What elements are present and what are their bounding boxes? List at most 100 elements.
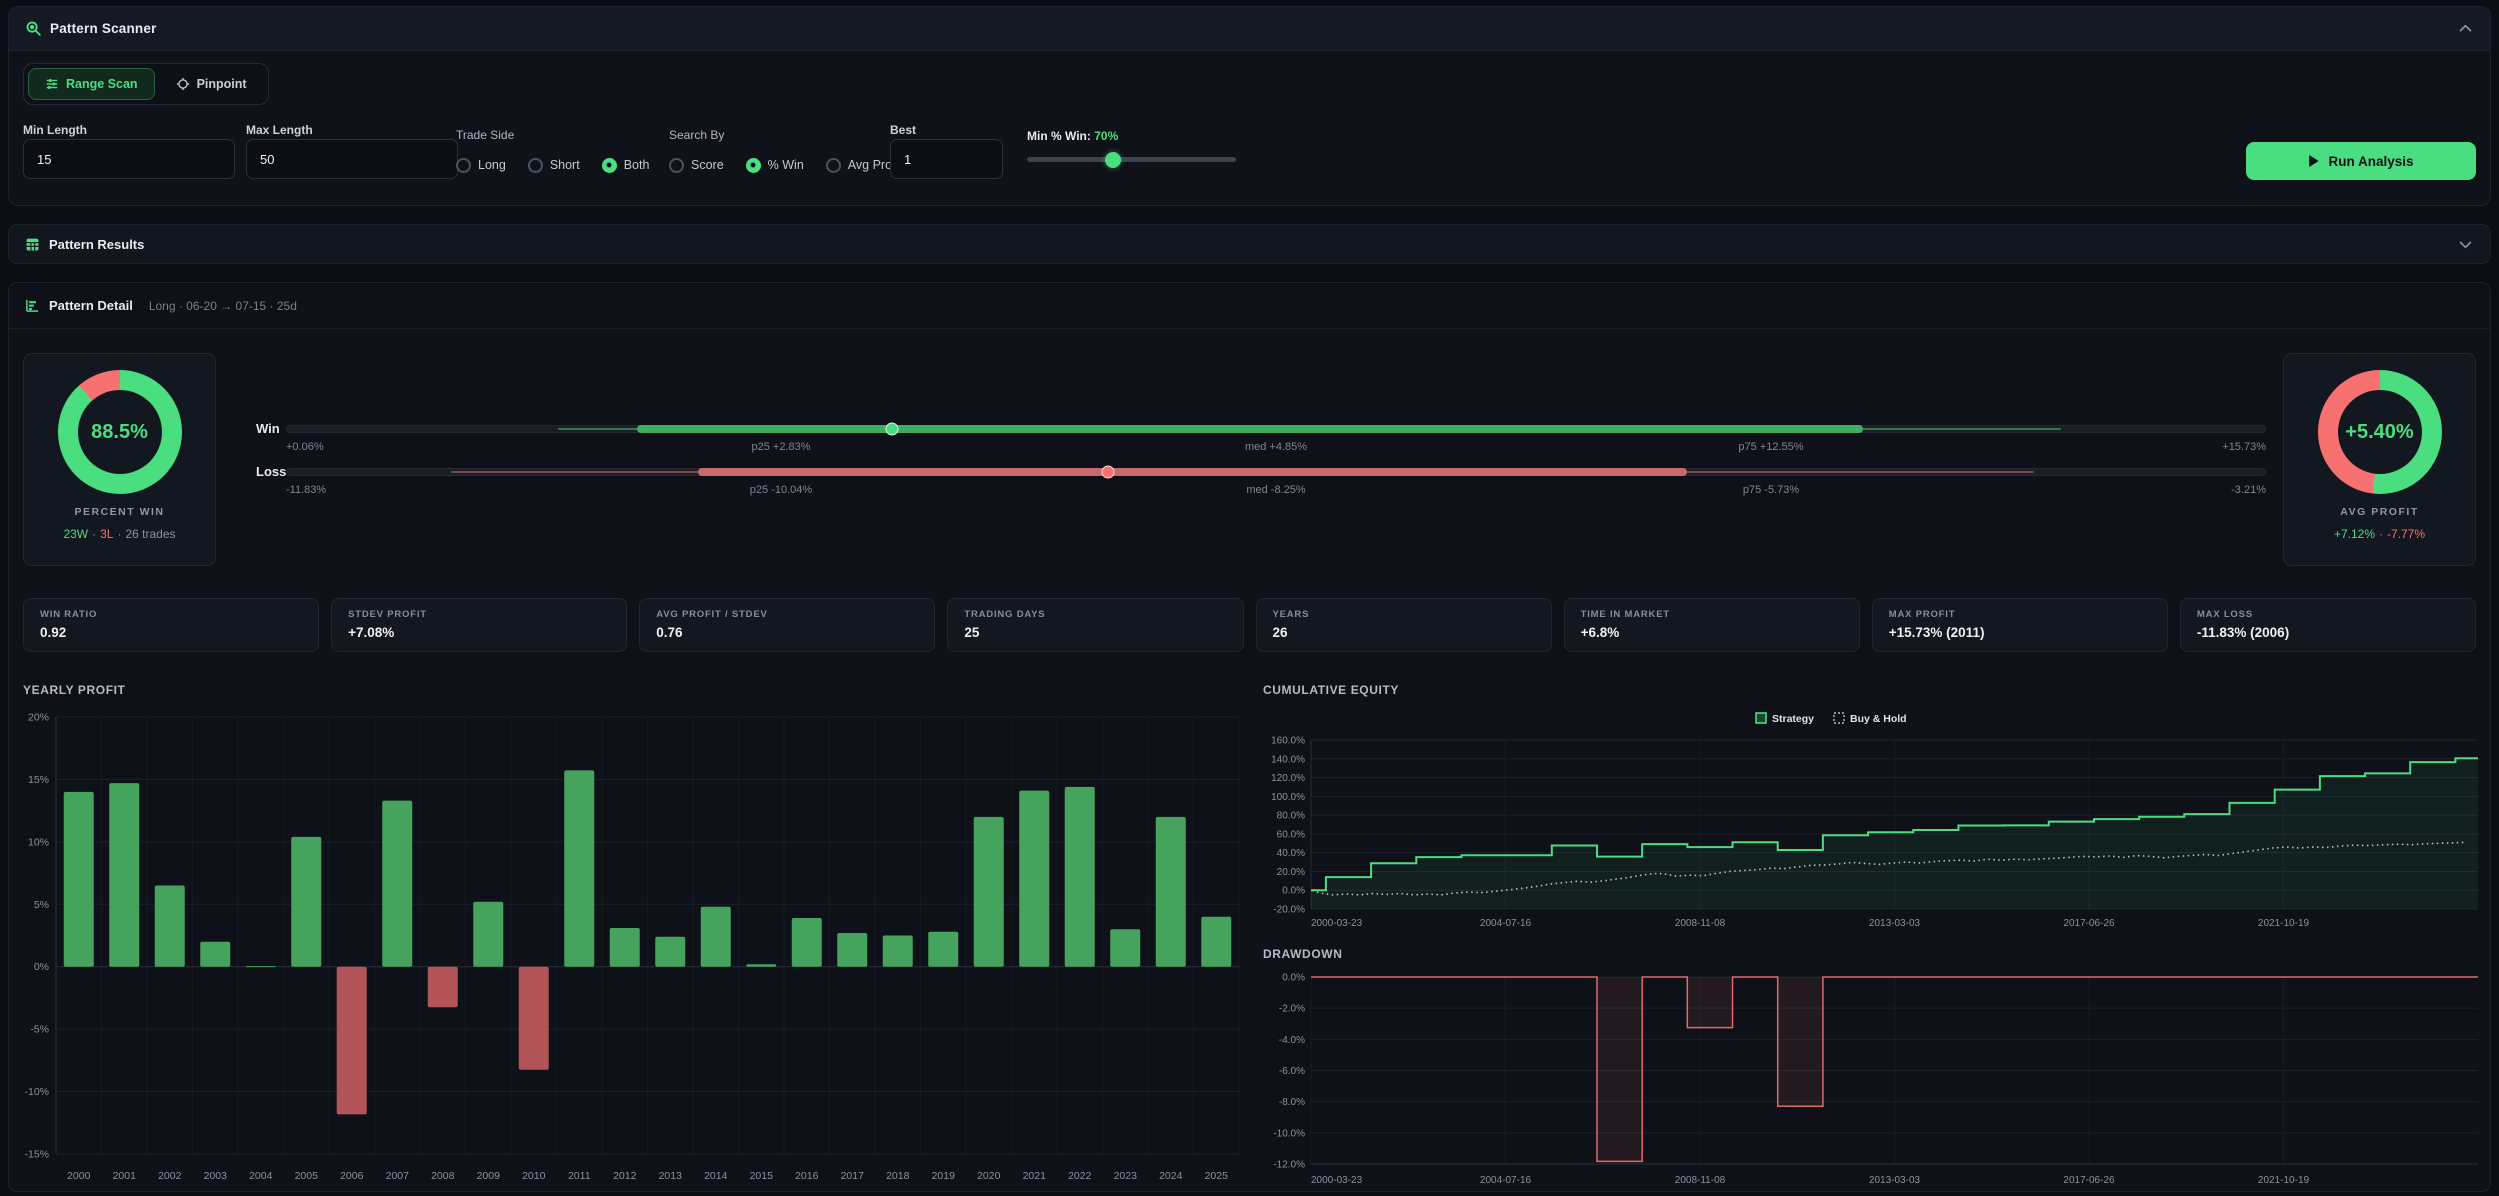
svg-text:20%: 20% (28, 712, 49, 724)
stat-label: AVG PROFIT / STDEV (656, 609, 918, 620)
play-icon (2308, 155, 2319, 167)
svg-text:-12.0%: -12.0% (1273, 1160, 1305, 1171)
stat-value: 0.76 (656, 625, 918, 640)
expand-results-button[interactable] (2457, 236, 2474, 253)
profit-summary: +7.12%·-7.77% (2284, 527, 2475, 541)
search-by-label: Search By (669, 128, 724, 142)
avg-profit-label: AVG PROFIT (2284, 506, 2475, 518)
percent-win-card: 88.5% PERCENT WIN 23W·3L·26 trades (23, 353, 216, 566)
avg-profit-value: +5.40% (2345, 421, 2413, 444)
svg-text:2019: 2019 (932, 1170, 956, 1182)
stat-card-max-profit: MAX PROFIT+15.73% (2011) (1872, 598, 2168, 652)
stat-card-stdev-profit: STDEV PROFIT+7.08% (331, 598, 627, 652)
radio-label: Short (550, 158, 580, 172)
pattern-detail-header: Pattern Detail Long · 06-20 → 07-15 · 25… (9, 283, 2490, 329)
radio-icon (669, 158, 684, 173)
table-icon (25, 237, 40, 252)
svg-text:-2.0%: -2.0% (1279, 1004, 1305, 1015)
tab-label: Pinpoint (197, 77, 247, 91)
svg-text:100.0%: 100.0% (1271, 792, 1305, 803)
svg-text:2000-03-23: 2000-03-23 (1311, 1175, 1363, 1186)
bar-2018 (883, 936, 913, 967)
svg-text:2021-10-19: 2021-10-19 (2258, 1175, 2310, 1186)
radio-label: Score (691, 158, 724, 172)
strategy-swatch (1756, 713, 1766, 723)
svg-text:2020: 2020 (977, 1170, 1001, 1182)
svg-text:0.0%: 0.0% (1282, 886, 1305, 897)
svg-text:-20.0%: -20.0% (1273, 905, 1305, 916)
svg-text:2009: 2009 (477, 1170, 501, 1182)
svg-text:2004-07-16: 2004-07-16 (1480, 1175, 1532, 1186)
svg-text:2017: 2017 (841, 1170, 865, 1182)
best-label: Best (890, 123, 916, 137)
min-win-label: Min % Win: 70% (1027, 129, 1118, 143)
min-length-input[interactable]: 15 (23, 139, 235, 179)
bar-2001 (109, 783, 139, 967)
svg-text:0.0%: 0.0% (1282, 973, 1305, 984)
stat-label: TRADING DAYS (964, 609, 1226, 620)
radio-option-score[interactable]: Score (669, 158, 724, 173)
svg-text:0%: 0% (34, 961, 49, 973)
range-iqr-bar (698, 468, 1687, 476)
search-by-radio-group: Score% WinAvg Profit (669, 155, 902, 175)
range-value-label: p75 +12.55% (1738, 441, 1803, 453)
svg-text:-10%: -10% (24, 1086, 49, 1098)
drawdown-chart: 0.0%-2.0%-4.0%-6.0%-8.0%-10.0%-12.0%2000… (1256, 936, 2499, 1193)
radio-label: Long (478, 158, 506, 172)
svg-text:2014: 2014 (704, 1170, 728, 1182)
svg-text:2024: 2024 (1159, 1170, 1183, 1182)
svg-text:2011: 2011 (568, 1170, 591, 1182)
scanner-panel: Pattern Scanner Range Scan Pinpoi (8, 6, 2491, 206)
range-median-dot (886, 423, 899, 436)
svg-text:2008: 2008 (431, 1170, 455, 1182)
pattern-results-section[interactable]: Pattern Results (8, 224, 2491, 264)
svg-text:-4.0%: -4.0% (1279, 1035, 1305, 1046)
radio-option-short[interactable]: Short (528, 158, 580, 173)
collapse-panel-button[interactable] (2457, 20, 2474, 37)
radio-option--win[interactable]: % Win (746, 158, 804, 173)
svg-text:2000-03-23: 2000-03-23 (1311, 918, 1363, 929)
svg-text:2013-03-03: 2013-03-03 (1869, 1175, 1921, 1186)
best-input[interactable]: 1 (890, 139, 1003, 179)
svg-text:40.0%: 40.0% (1277, 848, 1305, 859)
bar-2017 (837, 933, 867, 967)
bar-2019 (928, 932, 958, 967)
range-value-label: +15.73% (2222, 441, 2266, 453)
detail-pattern-summary: Long · 06-20 → 07-15 · 25d (149, 299, 297, 313)
range-value-label: -11.83% (286, 484, 326, 496)
radio-option-both[interactable]: Both (602, 158, 650, 173)
svg-text:160.0%: 160.0% (1271, 736, 1305, 747)
tab-pinpoint[interactable]: Pinpoint (159, 68, 264, 100)
stat-value: +6.8% (1581, 625, 1843, 640)
svg-text:2016: 2016 (795, 1170, 819, 1182)
range-value-label: p75 -5.73% (1743, 484, 1799, 496)
stat-label: YEARS (1273, 609, 1535, 620)
radio-option-long[interactable]: Long (456, 158, 506, 173)
percent-win-donut: 88.5% (58, 370, 182, 494)
stat-value: 25 (964, 625, 1226, 640)
bar-2021 (1019, 791, 1049, 967)
min-win-slider[interactable] (1027, 157, 1236, 162)
svg-text:2017-06-26: 2017-06-26 (2063, 1175, 2115, 1186)
radio-icon (456, 158, 471, 173)
stat-card-win-ratio: WIN RATIO0.92 (23, 598, 319, 652)
range-value-label: +0.06% (286, 441, 324, 453)
avg-profit-donut: +5.40% (2318, 370, 2442, 494)
tab-range-scan[interactable]: Range Scan (28, 68, 155, 100)
stat-label: MAX LOSS (2197, 609, 2459, 620)
stat-value: +7.08% (348, 625, 610, 640)
bar-2013 (655, 937, 685, 967)
bar-2024 (1156, 817, 1186, 967)
stat-card-time-in-market: TIME IN MARKET+6.8% (1564, 598, 1860, 652)
max-length-input[interactable]: 50 (246, 139, 458, 179)
stat-value: 0.92 (40, 625, 302, 640)
svg-text:2017-06-26: 2017-06-26 (2063, 918, 2115, 929)
svg-text:2005: 2005 (295, 1170, 319, 1182)
run-analysis-button[interactable]: Run Analysis (2246, 142, 2476, 180)
bar-2014 (701, 907, 731, 967)
radio-icon (826, 158, 841, 173)
slider-thumb[interactable] (1105, 152, 1121, 168)
range-value-label: p25 -10.04% (750, 484, 812, 496)
bar-2006 (337, 967, 367, 1115)
bar-chart-icon (25, 298, 40, 313)
